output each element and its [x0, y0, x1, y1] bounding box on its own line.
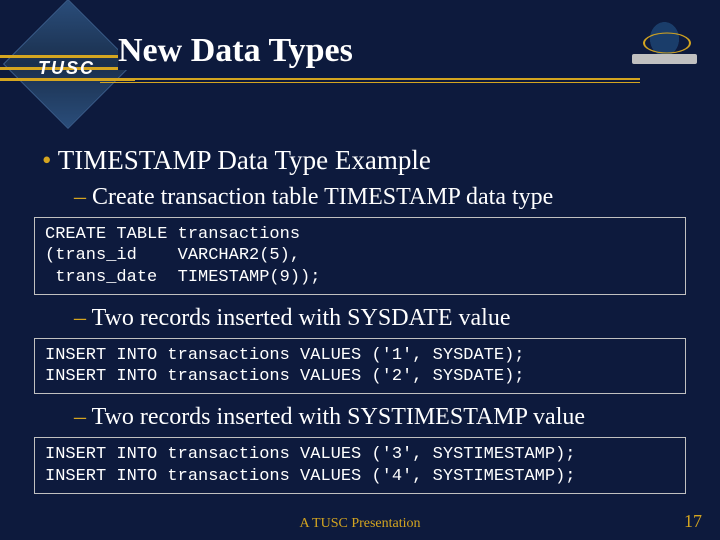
slide-header: TUSC New Data Types	[0, 0, 720, 95]
slide-title: New Data Types	[118, 32, 353, 70]
bullet-level-2: Create transaction table TIMESTAMP data …	[74, 184, 698, 211]
title-rule-thin	[100, 82, 640, 83]
bullet-level-1: TIMESTAMP Data Type Example	[42, 145, 698, 176]
bullet-level-2: Two records inserted with SYSDATE value	[74, 305, 698, 332]
tusc-logo-text: TUSC	[38, 58, 95, 79]
bullet-level-2: Two records inserted with SYSTIMESTAMP v…	[74, 404, 698, 431]
code-block-insert-systimestamp: INSERT INTO transactions VALUES ('3', SY…	[34, 437, 686, 494]
code-block-insert-sysdate: INSERT INTO transactions VALUES ('1', SY…	[34, 338, 686, 395]
footer-text: A TUSC Presentation	[0, 516, 720, 532]
slide-content: TIMESTAMP Data Type Example Create trans…	[0, 95, 720, 494]
page-number: 17	[684, 511, 702, 532]
code-block-create: CREATE TABLE transactions (trans_id VARC…	[34, 217, 686, 295]
globe-logo-icon	[627, 12, 702, 72]
title-rule	[100, 78, 640, 80]
